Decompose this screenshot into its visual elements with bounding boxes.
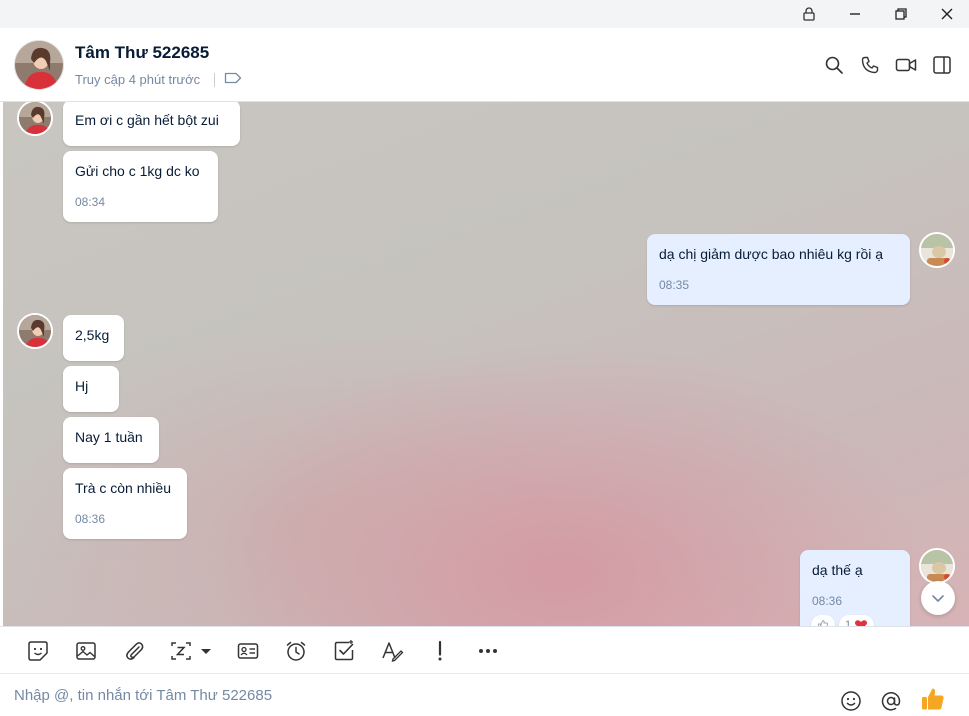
message-text: Nay 1 tuần	[75, 429, 143, 445]
image-icon[interactable]	[72, 637, 100, 665]
reaction-summary[interactable]: 1	[839, 615, 875, 626]
urgent-icon[interactable]	[426, 637, 454, 665]
sender-avatar[interactable]	[17, 102, 53, 136]
message-bubble-mine[interactable]: dạ chị giảm dược bao nhiêu kg rồi ạ 08:3…	[647, 234, 910, 305]
message-input[interactable]	[14, 682, 794, 708]
message-bubble[interactable]: 2,5kg	[63, 315, 124, 361]
screenshot-icon[interactable]	[168, 637, 214, 665]
message-bubble[interactable]: Trà c còn nhiều 08:36	[63, 468, 187, 539]
message-bubble[interactable]: Nay 1 tuần	[63, 417, 159, 463]
contact-status: Truy cập 4 phút trước	[75, 72, 201, 87]
status-divider	[214, 73, 215, 87]
window-titlebar	[0, 0, 969, 28]
message-composer	[0, 674, 969, 716]
composer-toolbar	[0, 626, 969, 674]
message-text: Gửi cho c 1kg dc ko	[75, 163, 200, 179]
close-icon[interactable]	[924, 0, 969, 28]
attachment-icon[interactable]	[120, 637, 148, 665]
like-outline-icon	[818, 619, 829, 626]
sidebar-toggle-icon[interactable]	[929, 52, 955, 78]
heart-icon	[855, 620, 868, 626]
sender-avatar[interactable]	[17, 313, 53, 349]
message-text: dạ thế ạ	[812, 562, 863, 578]
thumbs-up-icon	[922, 688, 944, 710]
message-text: dạ chị giảm dược bao nhiêu kg rồi ạ	[659, 246, 884, 262]
reaction-count: 1	[845, 619, 852, 626]
video-icon[interactable]	[893, 52, 919, 78]
scroll-to-bottom-button[interactable]	[921, 581, 955, 615]
my-avatar[interactable]	[919, 232, 955, 268]
contact-name[interactable]: Tâm Thư 522685	[75, 43, 209, 63]
more-icon[interactable]	[474, 637, 502, 665]
reminder-icon[interactable]	[282, 637, 310, 665]
emoji-icon[interactable]	[838, 688, 864, 714]
contact-avatar[interactable]	[14, 40, 64, 90]
lock-icon[interactable]	[786, 0, 832, 28]
message-text: Em ơi c gần hết bột zui	[75, 112, 219, 128]
phone-icon[interactable]	[857, 52, 883, 78]
message-reactions: 1	[811, 615, 875, 626]
mention-icon[interactable]	[878, 688, 904, 714]
text-format-icon[interactable]	[378, 637, 406, 665]
tag-icon[interactable]	[224, 71, 242, 90]
my-avatar[interactable]	[919, 548, 955, 584]
message-text: Hj	[75, 378, 89, 394]
message-bubble[interactable]: Hj	[63, 366, 119, 412]
message-time: 08:34	[75, 195, 106, 209]
message-bubble[interactable]: Gửi cho c 1kg dc ko 08:34	[63, 151, 218, 222]
contact-card-icon[interactable]	[234, 637, 262, 665]
todo-icon[interactable]	[330, 637, 358, 665]
message-text: Trà c còn nhiều	[75, 480, 171, 496]
sticker-icon[interactable]	[24, 637, 52, 665]
search-icon[interactable]	[821, 52, 847, 78]
chevron-down-icon	[932, 595, 944, 602]
chat-header: Tâm Thư 522685 Truy cập 4 phút trước	[0, 28, 969, 102]
add-reaction-button[interactable]	[811, 615, 835, 626]
minimize-icon[interactable]	[832, 0, 878, 28]
message-bubble[interactable]: Em ơi c gần hết bột zui	[63, 102, 240, 146]
restore-icon[interactable]	[878, 0, 924, 28]
quick-like-button[interactable]	[918, 684, 948, 714]
message-list[interactable]: Em ơi c gần hết bột zui Gửi cho c 1kg dc…	[3, 102, 969, 626]
message-text: 2,5kg	[75, 327, 110, 343]
message-time: 08:36	[75, 512, 106, 526]
message-time: 08:35	[659, 278, 690, 292]
message-time: 08:36	[812, 594, 843, 608]
